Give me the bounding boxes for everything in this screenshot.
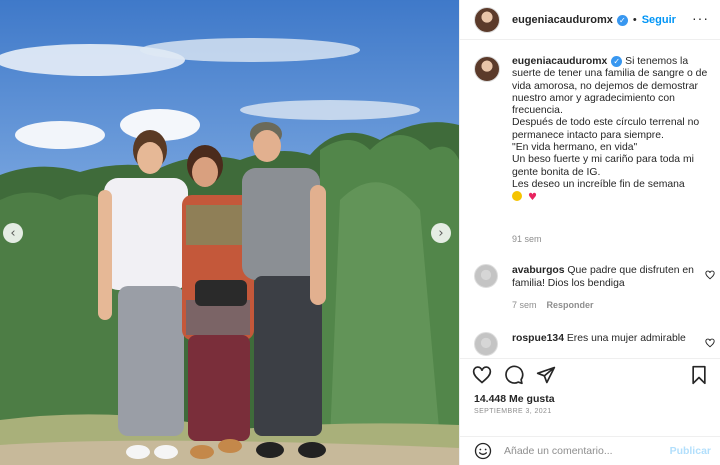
heart-icon[interactable] <box>472 365 492 385</box>
sun-emoji-icon <box>512 191 522 202</box>
family-photo-scene <box>0 0 459 465</box>
heart-emoji-icon: ♥ <box>528 192 537 204</box>
author-avatar[interactable] <box>474 6 500 33</box>
post-date[interactable]: SEPTIEMBRE 3, 2021 <box>474 408 552 415</box>
post-header: eugeniacauduromx ✓ • Seguir ··· <box>460 0 720 40</box>
comment-like-icon[interactable] <box>705 338 715 348</box>
add-comment-bar: Publicar <box>460 436 720 465</box>
bookmark-icon[interactable] <box>689 365 709 385</box>
previous-photo-button[interactable]: ‹ <box>3 223 23 243</box>
smiley-icon[interactable] <box>474 442 492 460</box>
caption-timestamp: 91 sem <box>512 234 542 244</box>
likes-count[interactable]: 14.448 Me gusta <box>474 393 555 405</box>
caption-username[interactable]: eugeniacauduromx ✓ <box>512 56 623 67</box>
paper-plane-icon[interactable] <box>536 365 556 385</box>
comment-item: rospue134 Eres una mujer admirable <box>474 332 719 358</box>
comment-meta: 7 sem Responder <box>512 300 594 310</box>
commenter-username[interactable]: rospue134 <box>512 333 564 344</box>
comment-text: rospue134 Eres una mujer admirable <box>512 333 686 344</box>
caption-text: eugeniacauduromx ✓ Si tenemos la suerte d… <box>512 56 708 204</box>
author-username[interactable]: eugeniacauduromx ✓ <box>512 14 628 26</box>
next-photo-button[interactable]: › <box>431 223 451 243</box>
comment-input[interactable] <box>504 445 664 457</box>
comments-list[interactable]: eugeniacauduromx ✓ Si tenemos la suerte d… <box>460 40 720 358</box>
comment-like-icon[interactable] <box>705 270 715 280</box>
follow-button[interactable]: Seguir <box>642 14 676 26</box>
verified-badge-icon: ✓ <box>611 56 623 67</box>
comment-timestamp: 7 sem <box>512 300 537 310</box>
commenter-avatar[interactable] <box>474 332 498 356</box>
publish-comment-button[interactable]: Publicar <box>670 445 711 457</box>
post-photo[interactable]: ‹ › <box>0 0 459 465</box>
commenter-username[interactable]: avaburgos <box>512 265 565 276</box>
comment-text: avaburgos Que padre que disfruten en fam… <box>512 265 694 289</box>
comment-bubble-icon[interactable] <box>504 365 524 385</box>
action-icons <box>472 365 556 385</box>
verified-badge-icon: ✓ <box>616 14 628 26</box>
comment-item: avaburgos Que padre que disfruten en fam… <box>474 264 719 314</box>
post-side-panel: eugeniacauduromx ✓ • Seguir ··· eugeniaca… <box>459 0 720 465</box>
separator-dot: • <box>632 13 637 26</box>
commenter-avatar[interactable] <box>474 264 498 288</box>
caption-author-avatar[interactable] <box>474 56 500 82</box>
reply-button[interactable]: Responder <box>547 300 594 310</box>
post-actions: 14.448 Me gusta SEPTIEMBRE 3, 2021 <box>460 358 720 428</box>
more-options-icon[interactable]: ··· <box>692 10 709 26</box>
save-button[interactable] <box>689 365 709 385</box>
instagram-post-viewer: ‹ › eugeniacauduromx ✓ • Seguir ··· eugen… <box>0 0 720 465</box>
